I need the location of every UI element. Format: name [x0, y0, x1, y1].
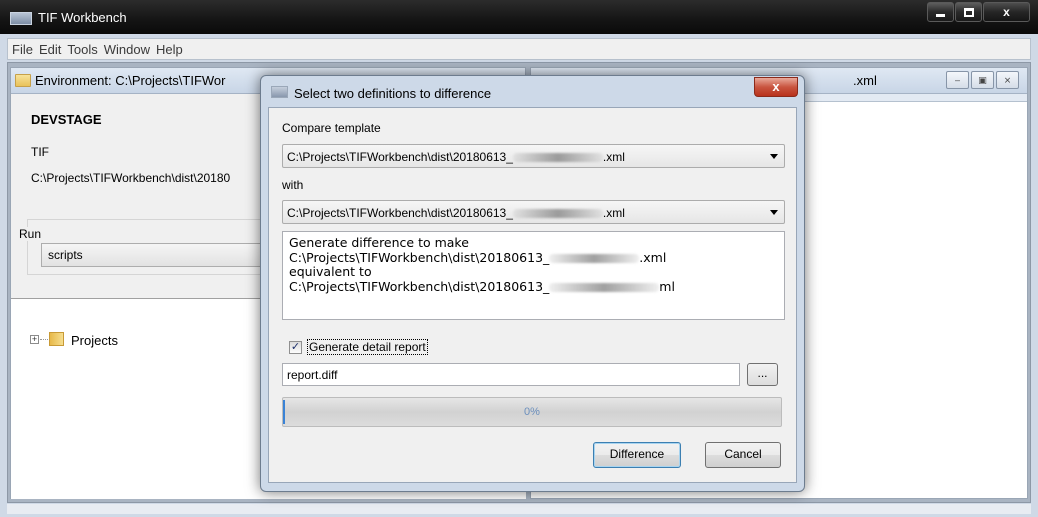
environment-type: TIF: [31, 145, 49, 159]
menu-help[interactable]: Help: [156, 42, 183, 57]
chevron-down-icon: [770, 154, 778, 159]
detail-report-checkbox[interactable]: ✓: [289, 340, 302, 354]
stage-name: DEVSTAGE: [31, 112, 102, 127]
description-extension: ml: [659, 278, 675, 294]
template-path: C:\Projects\TIFWorkbench\dist\20180613_: [287, 150, 513, 164]
tree-connector: [40, 339, 48, 340]
maximize-icon: [963, 7, 974, 17]
target-extension: .xml: [602, 206, 625, 220]
difference-button[interactable]: Difference: [593, 442, 681, 468]
template-extension: .xml: [602, 150, 625, 164]
frame-minimize-button[interactable]: –: [946, 71, 969, 89]
description-line: C:\Projects\TIFWorkbench\dist\20180613_.…: [289, 249, 778, 266]
report-file-input[interactable]: report.diff: [282, 363, 740, 386]
run-select[interactable]: scripts: [41, 243, 271, 267]
redacted-text: [512, 209, 603, 219]
compare-template-label: Compare template: [282, 121, 381, 135]
description-path: C:\Projects\TIFWorkbench\dist\20180613_: [289, 249, 550, 265]
description-line: equivalent to: [289, 264, 372, 279]
menubar: File Edit Tools Window Help: [7, 38, 1031, 60]
menu-file[interactable]: File: [12, 42, 33, 57]
maximize-button[interactable]: [955, 2, 982, 22]
target-select[interactable]: C:\Projects\TIFWorkbench\dist\20180613_.…: [282, 200, 785, 224]
environment-title: Environment: C:\Projects\TIFWor: [35, 73, 226, 88]
description-line: Generate difference to make: [289, 235, 469, 250]
menu-edit[interactable]: Edit: [39, 42, 61, 57]
close-icon: x: [1003, 5, 1010, 19]
xml-title: .xml: [853, 73, 877, 88]
redacted-text: [549, 282, 660, 292]
dialog-icon: [271, 86, 288, 98]
environment-path: C:\Projects\TIFWorkbench\dist\20180: [31, 171, 231, 185]
close-icon: x: [772, 79, 780, 94]
template-select[interactable]: C:\Projects\TIFWorkbench\dist\20180613_.…: [282, 144, 785, 168]
cancel-button[interactable]: Cancel: [705, 442, 781, 468]
minimize-icon: [936, 13, 945, 17]
window-title: TIF Workbench: [38, 10, 127, 25]
dialog-titlebar[interactable]: Select two definitions to difference x: [261, 76, 804, 108]
statusbar: [7, 504, 1031, 514]
dialog-body: Compare template C:\Projects\TIFWorkbenc…: [268, 107, 797, 483]
frame-restore-button[interactable]: ▣: [971, 71, 994, 89]
description-box: Generate difference to make C:\Projects\…: [282, 231, 785, 320]
difference-dialog: Select two definitions to difference x C…: [260, 75, 805, 492]
main-titlebar[interactable]: TIF Workbench x: [0, 0, 1038, 34]
menu-window[interactable]: Window: [104, 42, 150, 57]
redacted-text: [512, 153, 603, 163]
redacted-text: [549, 253, 640, 263]
progress-label: 0%: [524, 406, 540, 418]
xml-frame-controls: – ▣ ⨯: [944, 71, 1019, 89]
minimize-button[interactable]: [927, 2, 954, 22]
window-controls: x: [926, 2, 1030, 22]
tree-item-projects[interactable]: Projects: [71, 333, 118, 348]
detail-report-option[interactable]: ✓ Generate detail report: [289, 339, 428, 355]
progress-bar: 0%: [282, 397, 782, 427]
dialog-close-button[interactable]: x: [754, 77, 798, 97]
folder-icon: [49, 332, 64, 346]
chevron-down-icon: [770, 210, 778, 215]
frame-close-button[interactable]: ⨯: [996, 71, 1019, 89]
description-line: C:\Projects\TIFWorkbench\dist\20180613_ m…: [289, 278, 778, 295]
description-extension: .xml: [639, 249, 667, 265]
expand-icon[interactable]: +: [30, 335, 39, 344]
with-label: with: [282, 178, 304, 192]
target-path: C:\Projects\TIFWorkbench\dist\20180613_: [287, 206, 513, 220]
browse-button[interactable]: ...: [747, 363, 778, 386]
environment-icon: [15, 74, 31, 87]
run-label: Run: [17, 227, 44, 241]
menu-tools[interactable]: Tools: [67, 42, 97, 57]
description-path: C:\Projects\TIFWorkbench\dist\20180613_: [289, 278, 550, 294]
detail-report-label[interactable]: Generate detail report: [307, 339, 428, 355]
app-icon: [10, 12, 32, 25]
dialog-title: Select two definitions to difference: [294, 86, 492, 101]
close-button[interactable]: x: [983, 2, 1030, 22]
